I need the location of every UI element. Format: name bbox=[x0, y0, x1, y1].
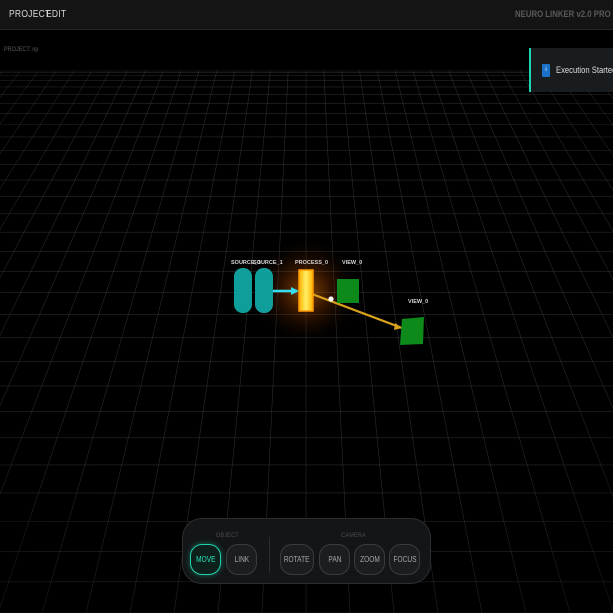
node-view-a[interactable] bbox=[337, 279, 359, 303]
pan-button[interactable]: PAN bbox=[319, 544, 350, 575]
toolbar-divider bbox=[269, 537, 270, 573]
project-name: PROJECT: np bbox=[4, 46, 39, 53]
info-icon: i bbox=[542, 64, 550, 77]
app-window: PROJECT EDIT NEURO LINKER v2.0 PRO SOURC… bbox=[0, 0, 613, 613]
camera-group-label: CAMERA bbox=[341, 532, 366, 539]
tool-palette: OBJECT CAMERA MOVE LINK ROTATE PAN ZOOM … bbox=[182, 518, 431, 584]
focus-button-label: FOCUS bbox=[393, 555, 416, 564]
menu-bar: PROJECT EDIT NEURO LINKER v2.0 PRO bbox=[0, 0, 613, 30]
link-handle-dot[interactable] bbox=[328, 296, 334, 302]
menu-edit[interactable]: EDIT bbox=[46, 0, 66, 30]
node-view-b[interactable] bbox=[400, 317, 424, 345]
move-button-label: MOVE bbox=[195, 555, 216, 564]
menu-project[interactable]: PROJECT bbox=[9, 0, 50, 30]
label-source-1b: SOURCE_1 bbox=[253, 260, 283, 266]
node-processor[interactable] bbox=[298, 269, 314, 312]
move-button[interactable]: MOVE bbox=[190, 544, 221, 575]
zoom-button-label: ZOOM bbox=[359, 555, 380, 564]
pan-button-label: PAN bbox=[327, 555, 341, 564]
label-view-b: VIEW_0 bbox=[408, 299, 428, 305]
node-source-1a[interactable] bbox=[234, 268, 252, 313]
object-group-label: OBJECT bbox=[216, 532, 239, 539]
node-source-1b[interactable] bbox=[255, 268, 273, 313]
focus-button[interactable]: FOCUS bbox=[389, 544, 420, 575]
zoom-button[interactable]: ZOOM bbox=[354, 544, 385, 575]
toast-message: Execution Started bbox=[556, 65, 613, 75]
link-button-label: LINK bbox=[234, 555, 249, 564]
toast-notification: i Execution Started bbox=[529, 48, 613, 92]
label-processor: PROCESS_0 bbox=[295, 260, 328, 266]
app-title: NEURO LINKER v2.0 PRO bbox=[515, 9, 611, 20]
rotate-button[interactable]: ROTATE bbox=[280, 544, 314, 575]
link-button[interactable]: LINK bbox=[226, 544, 257, 575]
label-view-a: VIEW_0 bbox=[342, 260, 362, 266]
rotate-button-label: ROTATE bbox=[284, 555, 310, 564]
